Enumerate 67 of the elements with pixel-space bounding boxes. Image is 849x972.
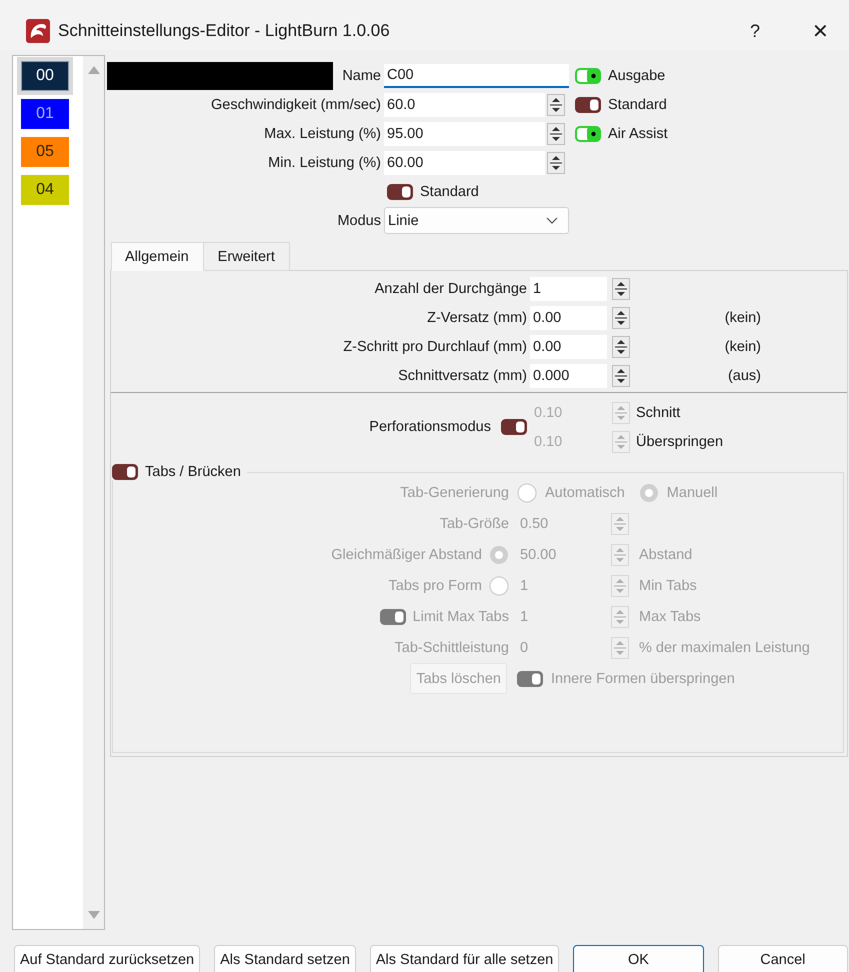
number-field[interactable]: 0.00 <box>530 334 607 358</box>
field-label: Gleichmäßiger Abstand <box>331 546 482 562</box>
status-note: (kein) <box>724 338 762 354</box>
layer-item[interactable]: 04 <box>21 175 69 205</box>
number-field[interactable]: 1 <box>530 276 607 300</box>
option-label: Manuell <box>666 484 718 500</box>
field-label: Tab-Größe <box>440 516 509 532</box>
help-button[interactable]: ? <box>750 20 760 42</box>
number-field[interactable]: 60.0 <box>384 92 545 116</box>
spinner-icon[interactable] <box>547 94 565 116</box>
window-title: Schnitteinstellungs-Editor - LightBurn 1.0.06 <box>58 21 390 41</box>
field-label: Tabs pro Form <box>388 578 482 594</box>
close-button[interactable]: ✕ <box>812 18 829 44</box>
field-label: Max. Leistung (%) <box>264 126 381 142</box>
status-note: (kein) <box>724 310 762 326</box>
switch-label: Standard <box>608 96 667 112</box>
spinner-icon[interactable] <box>612 278 630 300</box>
field-label: Tab-Generierung <box>400 484 509 500</box>
field-label: Limit Max Tabs <box>412 608 509 624</box>
field-label: Schnitt <box>635 404 682 420</box>
app-logo-icon <box>26 19 50 43</box>
toggle-switch[interactable] <box>575 126 601 142</box>
field-label: Schnittversatz (mm) <box>397 368 527 384</box>
field-label: Modus <box>337 212 381 228</box>
option-label: Automatisch <box>545 484 625 500</box>
dialog-button[interactable]: Auf Standard zurücksetzen <box>14 945 200 972</box>
number-field[interactable]: 0.00 <box>530 306 607 330</box>
spinner-icon[interactable] <box>612 364 630 386</box>
layer-item[interactable]: 01 <box>21 99 69 129</box>
toggle-switch[interactable] <box>501 419 527 435</box>
chevron-down-icon <box>546 217 558 224</box>
tab[interactable]: Allgemein <box>111 242 204 271</box>
group-label: Tabs / Brücken <box>145 464 241 480</box>
switch-label: Ausgabe <box>608 68 666 84</box>
field-label: Name <box>342 68 381 84</box>
field-label: Anzahl der Durchgänge <box>374 280 527 296</box>
switch-label: Standard <box>420 184 479 200</box>
spinner-icon[interactable] <box>547 152 565 174</box>
switch-label: Innere Formen überspringen <box>551 670 735 686</box>
mode-dropdown[interactable]: Linie <box>384 207 569 234</box>
number-field[interactable]: 95.00 <box>384 122 545 146</box>
field-label: Tab-Schittleistung <box>394 640 509 656</box>
field-label: Min. Leistung (%) <box>268 154 381 170</box>
spinner-icon[interactable] <box>612 306 630 328</box>
status-note: (aus) <box>726 368 762 384</box>
field-label: Min Tabs <box>639 578 698 594</box>
layer-item[interactable]: 05 <box>21 137 69 167</box>
spinner-icon[interactable] <box>547 122 565 144</box>
field-label: Abstand <box>639 546 694 562</box>
switch-label: Air Assist <box>608 126 668 142</box>
toggle-switch[interactable] <box>575 68 601 84</box>
toggle-switch[interactable] <box>387 184 413 200</box>
spinner-icon[interactable] <box>612 336 630 358</box>
name-field[interactable]: C00 <box>384 64 569 88</box>
toggle-switch[interactable] <box>575 96 601 112</box>
field-label: Perforationsmodus <box>369 419 491 435</box>
dialog-button[interactable]: Als Standard für alle setzen <box>370 945 560 972</box>
field-label: Überspringen <box>635 434 724 450</box>
field-label: Max Tabs <box>639 608 702 624</box>
tab[interactable]: Erweitert <box>204 242 290 271</box>
field-label: % der maximalen Leistung <box>639 640 811 656</box>
number-field[interactable]: 0.000 <box>530 364 607 388</box>
field-label: Z-Versatz (mm) <box>426 310 527 326</box>
dialog-button[interactable]: Als Standard setzen <box>214 945 356 972</box>
field-label: Geschwindigkeit (mm/sec) <box>210 96 381 112</box>
number-field[interactable]: 60.00 <box>384 150 545 174</box>
field-label: Z-Schritt pro Durchlauf (mm) <box>342 338 527 354</box>
